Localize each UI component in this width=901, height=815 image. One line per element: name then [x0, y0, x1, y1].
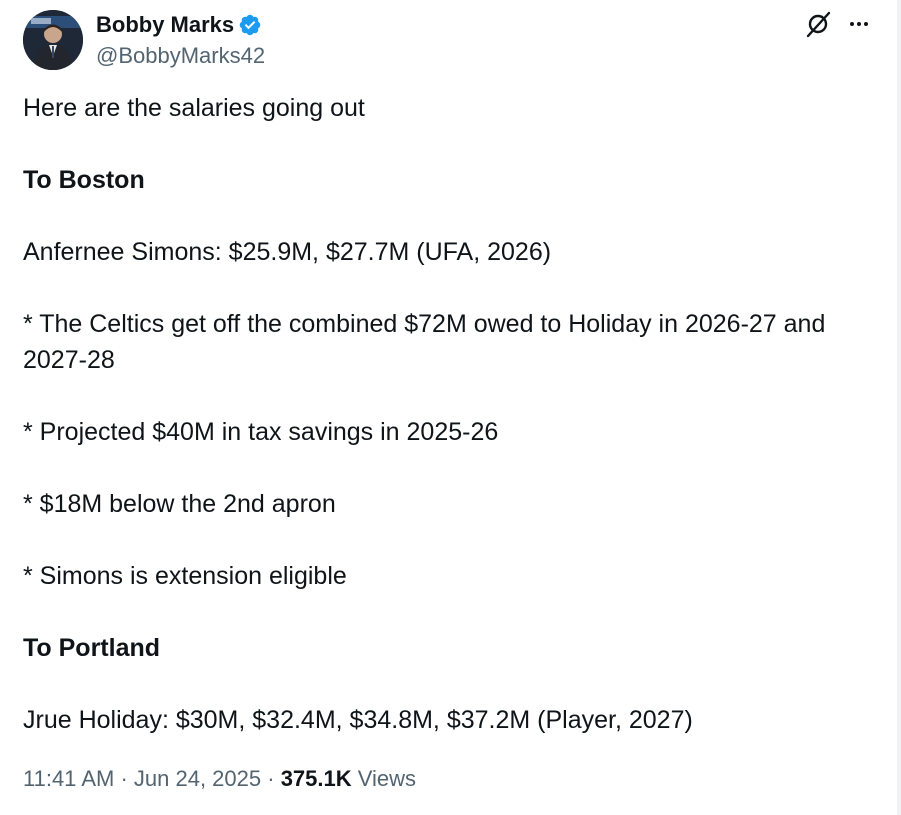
column-divider — [897, 0, 901, 815]
views-count[interactable]: 375.1K — [281, 766, 352, 791]
to-boston-heading: To Boston — [23, 166, 145, 194]
to-portland-heading: To Portland — [23, 634, 161, 662]
grok-icon[interactable] — [804, 10, 832, 38]
tweet-date[interactable]: Jun 24, 2025 — [134, 766, 261, 791]
boston-player-line: Anfernee Simons: $25.9M, $27.7M (UFA, 20… — [23, 238, 552, 266]
verified-badge-icon — [239, 14, 261, 36]
bullet-apron: * $18M below the 2nd apron — [23, 490, 336, 518]
bullet-tax-savings: * Projected $40M in tax savings in 2025-… — [23, 418, 499, 446]
author-handle[interactable]: @BobbyMarks42 — [96, 42, 265, 70]
tweet-time[interactable]: 11:41 AM — [23, 766, 114, 791]
avatar[interactable] — [23, 10, 83, 70]
bullet-extension: * Simons is extension eligible — [23, 562, 347, 590]
meta-separator: · — [114, 766, 134, 791]
views-label: Views — [357, 766, 417, 791]
bullet-celtics-savings: * The Celtics get off the combined $72M … — [23, 310, 826, 374]
tweet-meta: 11:41 AM · Jun 24, 2025 · 375.1K Views — [23, 764, 416, 794]
avatar-image — [23, 10, 83, 70]
author-name-row[interactable]: Bobby Marks — [96, 11, 262, 39]
more-options-icon[interactable] — [845, 12, 873, 36]
portland-player-line: Jrue Holiday: $30M, $32.4M, $34.8M, $37.… — [23, 706, 693, 734]
tweet-intro: Here are the salaries going out — [23, 94, 365, 122]
meta-separator-2: · — [261, 766, 281, 791]
tweet-text: Here are the salaries going out To Bosto… — [23, 90, 883, 738]
author-name[interactable]: Bobby Marks — [96, 11, 234, 39]
